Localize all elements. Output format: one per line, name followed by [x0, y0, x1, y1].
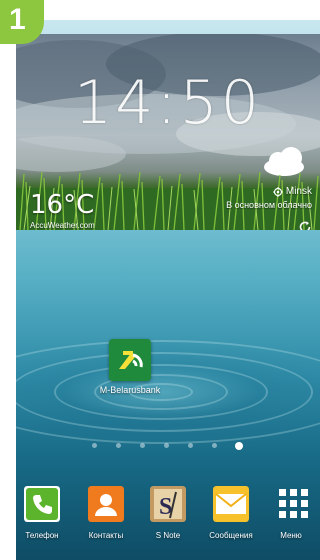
- home-screen: 14:50 16°C AccuWeather.com Minsk В основ…: [16, 20, 320, 560]
- page-dot[interactable]: [164, 443, 169, 448]
- location-pin-icon: [272, 186, 283, 197]
- phone-icon[interactable]: [24, 486, 60, 522]
- page-dot[interactable]: [92, 443, 97, 448]
- page-dot[interactable]: [116, 443, 121, 448]
- dock-label-s-note: S Note: [155, 531, 181, 540]
- location-name: Minsk: [285, 186, 312, 197]
- page-dot-active[interactable]: [235, 442, 243, 450]
- dock-label-contacts: Контакты: [88, 531, 124, 540]
- dock-label-phone: Телефон: [25, 531, 59, 540]
- weather-condition: В основном облачно: [226, 200, 312, 210]
- location: Minsk: [272, 186, 312, 197]
- page-dot[interactable]: [212, 443, 217, 448]
- app-dock: Телефон Контакты S S Note Сообщения Меню: [16, 482, 320, 560]
- dock-label-messages: Сообщения: [209, 531, 253, 540]
- page-dot[interactable]: [188, 443, 193, 448]
- m-belarusbank-icon[interactable]: [109, 339, 151, 381]
- weather-clock-widget[interactable]: 14:50 16°C AccuWeather.com Minsk В основ…: [16, 34, 320, 230]
- apps-menu-icon[interactable]: [276, 486, 312, 522]
- temperature: 16°C: [30, 190, 95, 220]
- messages-icon[interactable]: [213, 486, 249, 522]
- weather-provider: AccuWeather.com: [30, 221, 95, 230]
- refresh-icon[interactable]: [298, 220, 312, 230]
- page-dot[interactable]: [140, 443, 145, 448]
- clock-time: 14:50: [74, 68, 262, 138]
- step-number-badge: 1: [0, 0, 44, 44]
- s-note-icon[interactable]: S: [150, 486, 186, 522]
- m-belarusbank-label[interactable]: M-Belarusbank: [84, 385, 176, 396]
- dock-label-menu: Меню: [280, 531, 302, 540]
- contacts-icon[interactable]: [88, 486, 124, 522]
